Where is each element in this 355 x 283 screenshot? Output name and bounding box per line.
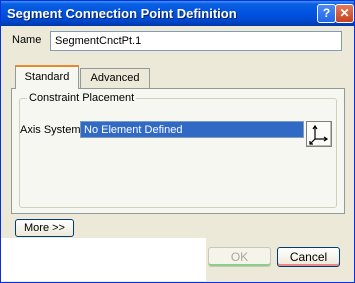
axis-system-icon <box>309 124 329 145</box>
group-title: Constraint Placement <box>27 92 137 104</box>
close-icon: ✕ <box>339 6 350 20</box>
name-label: Name <box>12 34 42 46</box>
window-title: Segment Connection Point Definition <box>7 6 237 21</box>
axis-system-field[interactable]: No Element Defined <box>80 121 304 138</box>
cancel-button[interactable]: Cancel <box>277 247 340 267</box>
more-button[interactable]: More >> <box>15 219 74 237</box>
title-bar[interactable]: Segment Connection Point Definition ? ✕ <box>1 1 354 26</box>
constraint-placement-group <box>19 98 337 208</box>
name-input[interactable]: SegmentCnctPt.1 <box>50 31 342 51</box>
tab-standard[interactable]: Standard <box>15 65 79 89</box>
ok-button[interactable]: OK <box>208 247 271 267</box>
tab-advanced[interactable]: Advanced <box>80 68 150 88</box>
help-icon: ? <box>322 6 331 20</box>
footer-blank-area <box>1 238 206 281</box>
help-button[interactable]: ? <box>317 4 336 23</box>
axis-system-label: Axis System <box>20 124 81 136</box>
axis-system-button[interactable] <box>306 121 332 147</box>
close-button[interactable]: ✕ <box>335 4 354 23</box>
